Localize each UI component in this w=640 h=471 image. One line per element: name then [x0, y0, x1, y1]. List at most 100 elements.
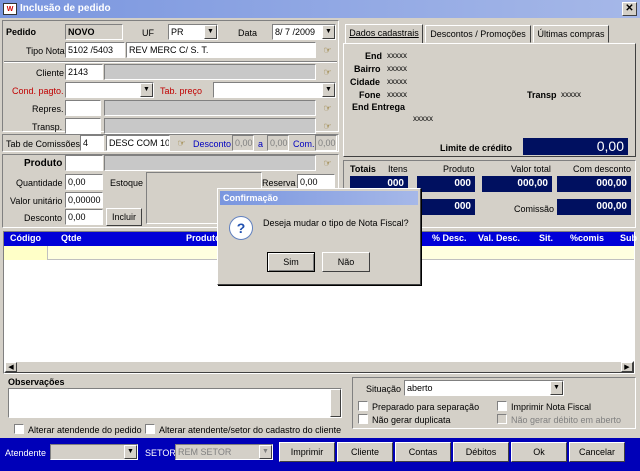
scroll-right-icon[interactable]: ▶: [621, 362, 633, 372]
tab-descontos-promocoes[interactable]: Descontos / Promoções: [425, 25, 531, 43]
cliente-name-field: [104, 64, 316, 80]
lookup-icon[interactable]: ☞: [320, 157, 335, 170]
produto-name-field: [104, 155, 316, 171]
lookup-icon[interactable]: ☞: [320, 66, 335, 79]
produto-total-value: 000: [417, 176, 475, 192]
lookup-icon[interactable]: ☞: [320, 44, 335, 57]
cond-pagto-select[interactable]: ▼: [65, 82, 154, 98]
cliente-code-field[interactable]: 2143: [65, 64, 103, 80]
lookup-icon[interactable]: ☞: [320, 102, 335, 115]
col-produto[interactable]: Produto: [186, 233, 221, 243]
transp-code-field[interactable]: [65, 118, 101, 134]
valor-unit-field[interactable]: 0,00000: [65, 192, 103, 208]
situacao-select[interactable]: aberto ▼: [404, 380, 564, 396]
cliente-button[interactable]: Cliente: [337, 442, 393, 462]
obs-textarea[interactable]: [8, 388, 342, 418]
uf-label: UF: [142, 28, 154, 38]
col-codigo[interactable]: Código: [10, 233, 41, 243]
valor-total-label: Valor total: [511, 164, 551, 174]
table-cell[interactable]: [4, 246, 48, 260]
dialog-message: Deseja mudar o tipo de Nota Fiscal?: [263, 218, 409, 228]
cidade-value: xxxxx: [387, 77, 407, 86]
comissoes-desc-field: DESC COM 10%: [106, 135, 170, 151]
col-sub[interactable]: Sub: [620, 233, 637, 243]
nao-duplicata-checkbox[interactable]: [358, 414, 368, 424]
produto-code-field[interactable]: [65, 155, 103, 171]
valor-total-value: 000,00: [482, 176, 552, 192]
imprimir-nf-checkbox[interactable]: [497, 401, 507, 411]
tipo-nota-label: Tipo Nota: [26, 46, 65, 56]
bairro-label: Bairro: [354, 64, 381, 74]
scroll-left-icon[interactable]: ◀: [5, 362, 17, 372]
reserva-label: Reserva: [262, 178, 296, 188]
desconto-field[interactable]: 0,00: [65, 209, 103, 225]
cancelar-button[interactable]: Cancelar: [569, 442, 625, 462]
obs-scrollbar[interactable]: [330, 389, 341, 417]
chevron-down-icon[interactable]: ▼: [124, 445, 137, 459]
lookup-icon[interactable]: ☞: [174, 137, 189, 150]
limite-value: 0,00: [523, 138, 628, 155]
lookup-icon[interactable]: ☞: [320, 120, 335, 133]
cidade-label: Cidade: [350, 77, 381, 87]
chevron-down-icon[interactable]: ▼: [259, 445, 272, 459]
atendente-select[interactable]: ▼: [50, 444, 138, 460]
col-sit[interactable]: Sit.: [539, 233, 553, 243]
dialog-title: Confirmação: [223, 193, 279, 203]
estoque-label: Estoque: [110, 178, 144, 188]
produto-total-label: Produto: [443, 164, 475, 174]
transp-name-field: [104, 118, 316, 134]
tab-ultimas-compras[interactable]: Últimas compras: [533, 25, 609, 43]
data-label: Data: [238, 28, 258, 38]
sim-button[interactable]: Sim: [267, 252, 315, 272]
a-label: a: [258, 139, 264, 149]
preparado-checkbox[interactable]: [358, 401, 368, 411]
close-icon[interactable]: ✕: [622, 2, 637, 16]
chevron-down-icon[interactable]: ▼: [204, 25, 217, 39]
divider: [4, 61, 337, 63]
imprimir-nf-label: Imprimir Nota Fiscal: [511, 402, 592, 412]
chevron-down-icon[interactable]: ▼: [550, 381, 563, 395]
tab-preco-select[interactable]: ▼: [213, 82, 336, 98]
col-comis[interactable]: %comis: [570, 233, 604, 243]
comissao-label: Comissão: [514, 204, 555, 214]
com-desconto-label: Com desconto: [573, 164, 632, 174]
ok-button[interactable]: Ok: [511, 442, 567, 462]
dialog-title-bar: Confirmação: [220, 191, 418, 205]
repres-label: Repres.: [32, 104, 64, 114]
limite-label: Limite de crédito: [440, 143, 513, 153]
incluir-button[interactable]: Incluir: [106, 208, 142, 226]
chevron-down-icon[interactable]: ▼: [322, 25, 335, 39]
produto-label: Produto: [24, 158, 63, 169]
alterar-atendente-checkbox[interactable]: [14, 424, 24, 434]
col-qtde[interactable]: Qtde: [61, 233, 82, 243]
desconto-label: Desconto: [193, 139, 232, 149]
chevron-down-icon[interactable]: ▼: [140, 83, 153, 97]
data-picker[interactable]: 8/ 7 /2009 ▼: [272, 24, 336, 40]
debitos-button[interactable]: Débitos: [453, 442, 509, 462]
fone-value: xxxxx: [387, 90, 407, 99]
nao-button[interactable]: Não: [322, 252, 370, 272]
tab-dados-cadastrais[interactable]: Dados cadastrais: [345, 24, 423, 44]
com-label: Com.: [293, 139, 315, 149]
pedido-field: NOVO: [65, 24, 123, 40]
pedido-label: Pedido: [6, 27, 37, 37]
chevron-down-icon[interactable]: ▼: [322, 83, 335, 97]
contas-button[interactable]: Contas: [395, 442, 451, 462]
setor-select[interactable]: REM SETOR ▼: [175, 444, 273, 460]
fone-label: Fone: [359, 90, 381, 100]
quantidade-field[interactable]: 0,00: [65, 174, 103, 190]
alterar-setor-label: Alterar atendente/setor do cadastro do c…: [159, 425, 342, 435]
horizontal-scrollbar[interactable]: ◀ ▶: [4, 361, 634, 373]
atendente-label: Atendente: [5, 448, 47, 458]
end-label: End: [365, 51, 382, 61]
alterar-setor-checkbox[interactable]: [145, 424, 155, 434]
imprimir-button[interactable]: Imprimir: [279, 442, 335, 462]
tipo-nota-code-field[interactable]: 5102 /5403: [65, 42, 125, 58]
repres-code-field[interactable]: [65, 100, 101, 116]
comissoes-code-field[interactable]: 4: [80, 135, 104, 151]
col-desc[interactable]: % Desc.: [432, 233, 467, 243]
uf-select[interactable]: PR ▼: [168, 24, 218, 40]
quantidade-label: Quantidade: [16, 178, 63, 188]
col-val-desc[interactable]: Val. Desc.: [478, 233, 520, 243]
com-field: 0,00: [315, 135, 337, 151]
